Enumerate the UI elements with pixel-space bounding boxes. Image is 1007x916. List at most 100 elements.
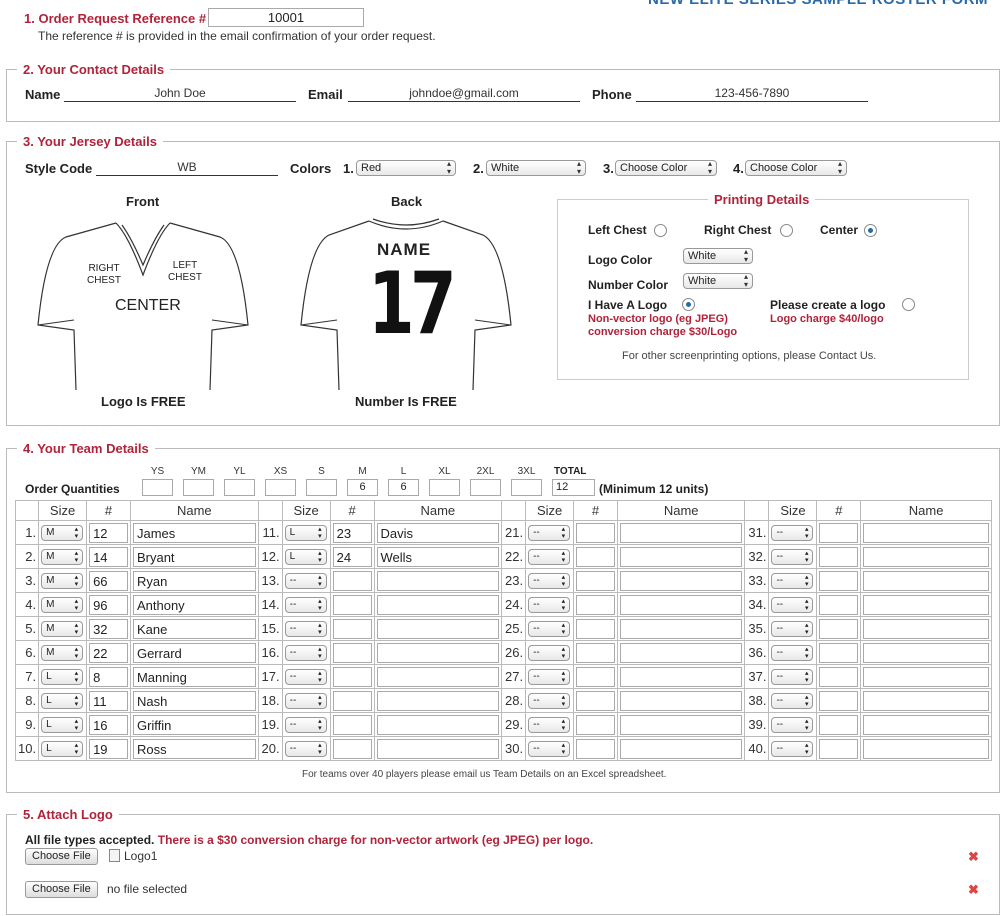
player-size-select[interactable]: -- ▴ ▾: [528, 548, 571, 565]
player-name-input[interactable]: [619, 666, 743, 687]
player-number-input[interactable]: [332, 642, 372, 663]
player-number-input[interactable]: 96: [89, 594, 128, 615]
player-number-input[interactable]: 32: [89, 618, 128, 639]
player-name-input[interactable]: Kane: [132, 618, 256, 639]
color-4-select[interactable]: Choose Color ▴ ▾: [745, 160, 847, 176]
player-size-select[interactable]: -- ▴ ▾: [284, 620, 327, 637]
player-number-input[interactable]: [819, 570, 859, 591]
player-size-select[interactable]: -- ▴ ▾: [528, 524, 571, 541]
player-number-input[interactable]: 14: [89, 546, 128, 567]
player-number-input[interactable]: [819, 714, 859, 735]
player-name-input[interactable]: [619, 618, 743, 639]
player-name-input[interactable]: Ryan: [132, 570, 256, 591]
player-size-select[interactable]: L ▴ ▾: [284, 548, 327, 565]
player-size-select[interactable]: -- ▴ ▾: [284, 740, 327, 757]
player-name-input[interactable]: [863, 618, 989, 639]
player-number-input[interactable]: [576, 546, 615, 567]
left-chest-radio[interactable]: [654, 224, 667, 237]
player-name-input[interactable]: [863, 546, 989, 567]
player-number-input[interactable]: [332, 666, 372, 687]
player-number-input[interactable]: [819, 522, 859, 543]
qty-input[interactable]: [306, 479, 337, 496]
player-number-input[interactable]: [819, 642, 859, 663]
player-number-input[interactable]: [576, 738, 615, 759]
player-number-input[interactable]: [576, 570, 615, 591]
player-size-select[interactable]: -- ▴ ▾: [528, 620, 571, 637]
phone-input[interactable]: 123-456-7890: [636, 86, 868, 102]
player-size-select[interactable]: -- ▴ ▾: [528, 716, 571, 733]
qty-input[interactable]: [265, 479, 296, 496]
player-name-input[interactable]: Davis: [376, 522, 500, 543]
player-size-select[interactable]: L ▴ ▾: [41, 716, 84, 733]
email-input[interactable]: johndoe@gmail.com: [348, 86, 580, 102]
color-3-select[interactable]: Choose Color ▴ ▾: [615, 160, 717, 176]
player-number-input[interactable]: 24: [332, 546, 372, 567]
player-size-select[interactable]: -- ▴ ▾: [771, 596, 814, 613]
player-number-input[interactable]: [819, 666, 859, 687]
player-name-input[interactable]: Anthony: [132, 594, 256, 615]
player-number-input[interactable]: 12: [89, 522, 128, 543]
player-name-input[interactable]: [376, 642, 500, 663]
number-color-select[interactable]: White ▴ ▾: [683, 273, 753, 289]
player-size-select[interactable]: -- ▴ ▾: [528, 692, 571, 709]
player-size-select[interactable]: -- ▴ ▾: [771, 572, 814, 589]
player-name-input[interactable]: [863, 594, 989, 615]
player-size-select[interactable]: -- ▴ ▾: [528, 596, 571, 613]
player-name-input[interactable]: Gerrard: [132, 642, 256, 663]
create-logo-radio[interactable]: [902, 298, 915, 311]
player-size-select[interactable]: -- ▴ ▾: [771, 620, 814, 637]
player-size-select[interactable]: -- ▴ ▾: [528, 644, 571, 661]
player-number-input[interactable]: 23: [332, 522, 372, 543]
player-name-input[interactable]: [376, 570, 500, 591]
player-number-input[interactable]: [819, 546, 859, 567]
player-size-select[interactable]: M ▴ ▾: [41, 620, 84, 637]
qty-input[interactable]: [183, 479, 214, 496]
player-size-select[interactable]: -- ▴ ▾: [771, 524, 814, 541]
player-name-input[interactable]: [863, 714, 989, 735]
player-size-select[interactable]: M ▴ ▾: [41, 524, 84, 541]
remove-file-2-icon[interactable]: ✖: [968, 882, 979, 898]
player-number-input[interactable]: [332, 618, 372, 639]
player-name-input[interactable]: [376, 714, 500, 735]
player-number-input[interactable]: [576, 618, 615, 639]
player-size-select[interactable]: L ▴ ▾: [284, 524, 327, 541]
player-name-input[interactable]: [376, 618, 500, 639]
style-code-input[interactable]: WB: [96, 160, 278, 176]
player-number-input[interactable]: [576, 666, 615, 687]
player-name-input[interactable]: Bryant: [132, 546, 256, 567]
player-size-select[interactable]: L ▴ ▾: [41, 740, 84, 757]
player-name-input[interactable]: [376, 690, 500, 711]
color-2-select[interactable]: White ▴ ▾: [486, 160, 586, 176]
player-size-select[interactable]: -- ▴ ▾: [528, 668, 571, 685]
player-number-input[interactable]: [576, 690, 615, 711]
player-number-input[interactable]: [819, 594, 859, 615]
qty-input[interactable]: [224, 479, 255, 496]
qty-input[interactable]: 6: [388, 479, 419, 496]
player-number-input[interactable]: 19: [89, 738, 128, 759]
player-number-input[interactable]: 66: [89, 570, 128, 591]
total-input[interactable]: 12: [552, 479, 595, 496]
qty-input[interactable]: [429, 479, 460, 496]
player-size-select[interactable]: -- ▴ ▾: [528, 572, 571, 589]
player-size-select[interactable]: -- ▴ ▾: [771, 644, 814, 661]
player-size-select[interactable]: -- ▴ ▾: [771, 716, 814, 733]
player-name-input[interactable]: [619, 594, 743, 615]
player-name-input[interactable]: [376, 738, 500, 759]
logo-color-select[interactable]: White ▴ ▾: [683, 248, 753, 264]
player-number-input[interactable]: [576, 714, 615, 735]
player-size-select[interactable]: -- ▴ ▾: [528, 740, 571, 757]
remove-file-1-icon[interactable]: ✖: [968, 849, 979, 865]
player-name-input[interactable]: [619, 570, 743, 591]
player-number-input[interactable]: [576, 522, 615, 543]
player-size-select[interactable]: -- ▴ ▾: [284, 596, 327, 613]
player-name-input[interactable]: [863, 690, 989, 711]
player-size-select[interactable]: -- ▴ ▾: [284, 716, 327, 733]
player-size-select[interactable]: M ▴ ▾: [41, 548, 84, 565]
player-name-input[interactable]: [619, 546, 743, 567]
name-input[interactable]: John Doe: [64, 86, 296, 102]
player-size-select[interactable]: M ▴ ▾: [41, 644, 84, 661]
player-name-input[interactable]: [863, 522, 989, 543]
player-name-input[interactable]: [863, 738, 989, 759]
player-number-input[interactable]: 11: [89, 690, 128, 711]
player-name-input[interactable]: [376, 666, 500, 687]
